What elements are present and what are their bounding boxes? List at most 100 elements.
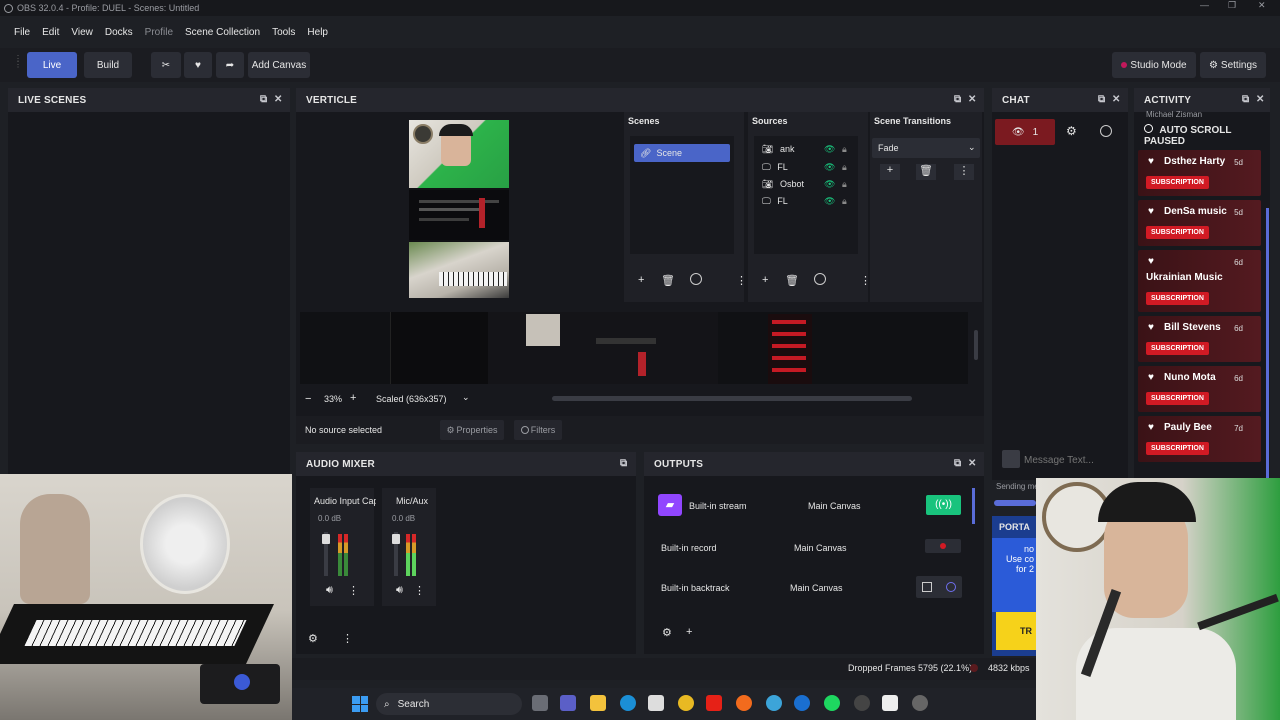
record-button[interactable] xyxy=(925,539,961,553)
speaker-icon[interactable]: 🔊︎ xyxy=(326,584,333,597)
close-icon[interactable]: ✕ xyxy=(968,94,977,105)
taskbar-search[interactable]: ⌕ Search xyxy=(376,693,522,715)
float-icon[interactable]: ⧉ xyxy=(1242,94,1249,105)
add-output-icon[interactable]: + xyxy=(686,626,692,638)
tools-button[interactable]: ✂ xyxy=(151,52,181,78)
scene-item[interactable]: 🔗︎ Scene xyxy=(634,144,730,162)
add-canvas-button[interactable]: Add Canvas xyxy=(248,52,310,78)
more-icon[interactable]: ⋮ xyxy=(348,584,359,597)
scene-filter-icon[interactable] xyxy=(690,273,702,285)
gear-icon[interactable]: ⚙ xyxy=(308,632,318,645)
float-icon[interactable]: ⧉ xyxy=(954,458,961,469)
more-icon[interactable]: ⋮ xyxy=(342,632,353,645)
app-icon[interactable] xyxy=(794,695,810,711)
chrome-icon[interactable] xyxy=(678,695,694,711)
trash-icon[interactable]: 🗑︎ xyxy=(785,274,799,287)
lock-icon[interactable]: 🔒︎ xyxy=(842,179,847,190)
activity-scrollbar[interactable] xyxy=(1266,208,1269,478)
source-item[interactable]: 🖵︎ FL 👁︎ 🔒︎ xyxy=(762,196,858,207)
visibility-eye-icon[interactable]: 👁︎ xyxy=(824,179,835,190)
spotify-icon[interactable] xyxy=(824,695,840,711)
vertical-preview[interactable] xyxy=(409,120,509,298)
more-icon[interactable]: ⋮ xyxy=(954,164,974,180)
chrome-alt-icon[interactable] xyxy=(766,695,782,711)
float-icon[interactable]: ⧉ xyxy=(620,458,627,469)
filters-button[interactable]: Filters xyxy=(514,420,562,440)
file-explorer-icon[interactable] xyxy=(590,695,606,711)
notion-icon[interactable] xyxy=(882,695,898,711)
close-window-icon[interactable]: ✕ xyxy=(1258,0,1266,11)
properties-button[interactable]: ⚙ Properties xyxy=(440,420,504,440)
float-icon[interactable]: ⧉ xyxy=(954,94,961,105)
volume-slider[interactable] xyxy=(322,532,330,576)
live-button[interactable]: Live xyxy=(27,52,77,78)
studio-mode-button[interactable]: Studio Mode xyxy=(1112,52,1196,78)
replay-icon[interactable] xyxy=(946,582,956,592)
store-icon[interactable] xyxy=(648,695,664,711)
close-icon[interactable]: ✕ xyxy=(1112,94,1121,105)
source-item[interactable]: 📷︎ Osbot 👁︎ 🔒︎ xyxy=(762,179,858,190)
auto-scroll-status[interactable]: AUTO SCROLL PAUSED xyxy=(1144,124,1270,147)
settings-button[interactable]: ⚙ Settings xyxy=(1200,52,1266,78)
lock-icon[interactable]: 🔒︎ xyxy=(842,196,847,207)
drag-handle-icon[interactable]: ⋮ ⋮ xyxy=(14,55,22,74)
visibility-eye-icon[interactable]: 👁︎ xyxy=(824,196,835,207)
more-icon[interactable]: ⋮ xyxy=(736,274,747,287)
build-button[interactable]: Build xyxy=(84,52,132,78)
add-source-icon[interactable]: + xyxy=(762,274,768,286)
visibility-eye-icon[interactable]: 👁︎ xyxy=(824,162,835,173)
lock-icon[interactable]: 🔒︎ xyxy=(842,162,847,173)
stream-live-button[interactable]: ((•)) xyxy=(926,495,961,515)
favorite-button[interactable]: ♥ xyxy=(184,52,212,78)
obs-taskbar-icon[interactable] xyxy=(912,695,928,711)
zoom-in-icon[interactable]: + xyxy=(350,392,356,404)
close-icon[interactable]: ✕ xyxy=(274,94,283,105)
youtube-icon[interactable] xyxy=(706,695,722,711)
restore-icon[interactable]: ❐ xyxy=(1228,0,1236,11)
windows-start-icon[interactable] xyxy=(352,696,368,712)
source-item[interactable]: 🖵︎ FL 👁︎ 🔒︎ xyxy=(762,162,858,173)
menu-edit[interactable]: Edit xyxy=(36,27,65,38)
float-icon[interactable]: ⧉ xyxy=(260,94,267,105)
menu-docks[interactable]: Docks xyxy=(99,27,139,38)
media-player-icon[interactable] xyxy=(854,695,870,711)
close-icon[interactable]: ✕ xyxy=(1256,94,1265,105)
source-item[interactable]: 📷︎ ank 👁︎ 🔒︎ xyxy=(762,144,858,155)
lock-icon[interactable]: 🔒︎ xyxy=(842,144,847,155)
gear-icon[interactable]: ⚙ xyxy=(1066,124,1077,138)
task-view-icon[interactable] xyxy=(532,695,548,711)
menu-profile[interactable]: Profile xyxy=(139,27,179,38)
trash-icon[interactable]: 🗑︎ xyxy=(916,164,936,180)
menu-file[interactable]: File xyxy=(8,27,36,38)
edge-icon[interactable] xyxy=(620,695,636,711)
source-filter-icon[interactable] xyxy=(814,273,826,285)
trash-icon[interactable]: 🗑︎ xyxy=(661,274,675,287)
menu-help[interactable]: Help xyxy=(301,27,334,38)
output-scrollbar[interactable] xyxy=(972,488,975,524)
gear-icon[interactable]: ⚙ xyxy=(662,626,672,639)
scale-select[interactable]: Scaled (636x357) ⌄ xyxy=(370,390,476,408)
preview-horizontal-scrollbar[interactable] xyxy=(552,396,912,401)
main-canvas-preview[interactable] xyxy=(300,312,968,384)
backtrack-controls[interactable] xyxy=(916,576,962,598)
share-button[interactable]: ➦ xyxy=(216,52,244,78)
add-scene-icon[interactable]: + xyxy=(638,274,644,286)
menu-tools[interactable]: Tools xyxy=(266,27,301,38)
float-icon[interactable]: ⧉ xyxy=(1098,94,1105,105)
stop-icon[interactable] xyxy=(922,582,932,592)
portal-button[interactable]: TR xyxy=(996,612,1036,650)
zoom-out-icon[interactable]: − xyxy=(305,393,311,405)
menu-scene-collection[interactable]: Scene Collection xyxy=(179,27,266,38)
menu-view[interactable]: View xyxy=(65,27,99,38)
speaker-icon[interactable]: 🔊︎ xyxy=(396,584,403,597)
more-icon[interactable]: ⋮ xyxy=(414,584,425,597)
volume-slider[interactable] xyxy=(392,532,400,576)
teams-icon[interactable] xyxy=(560,695,576,711)
close-icon[interactable]: ✕ xyxy=(968,458,977,469)
add-transition-icon[interactable]: + xyxy=(880,164,900,180)
visibility-eye-icon[interactable]: 👁︎ xyxy=(824,144,835,155)
message-input[interactable] xyxy=(1024,450,1124,470)
brave-icon[interactable] xyxy=(736,695,752,711)
popout-icon[interactable] xyxy=(1100,125,1112,137)
transition-select[interactable]: Fade ⌄ xyxy=(872,138,980,158)
